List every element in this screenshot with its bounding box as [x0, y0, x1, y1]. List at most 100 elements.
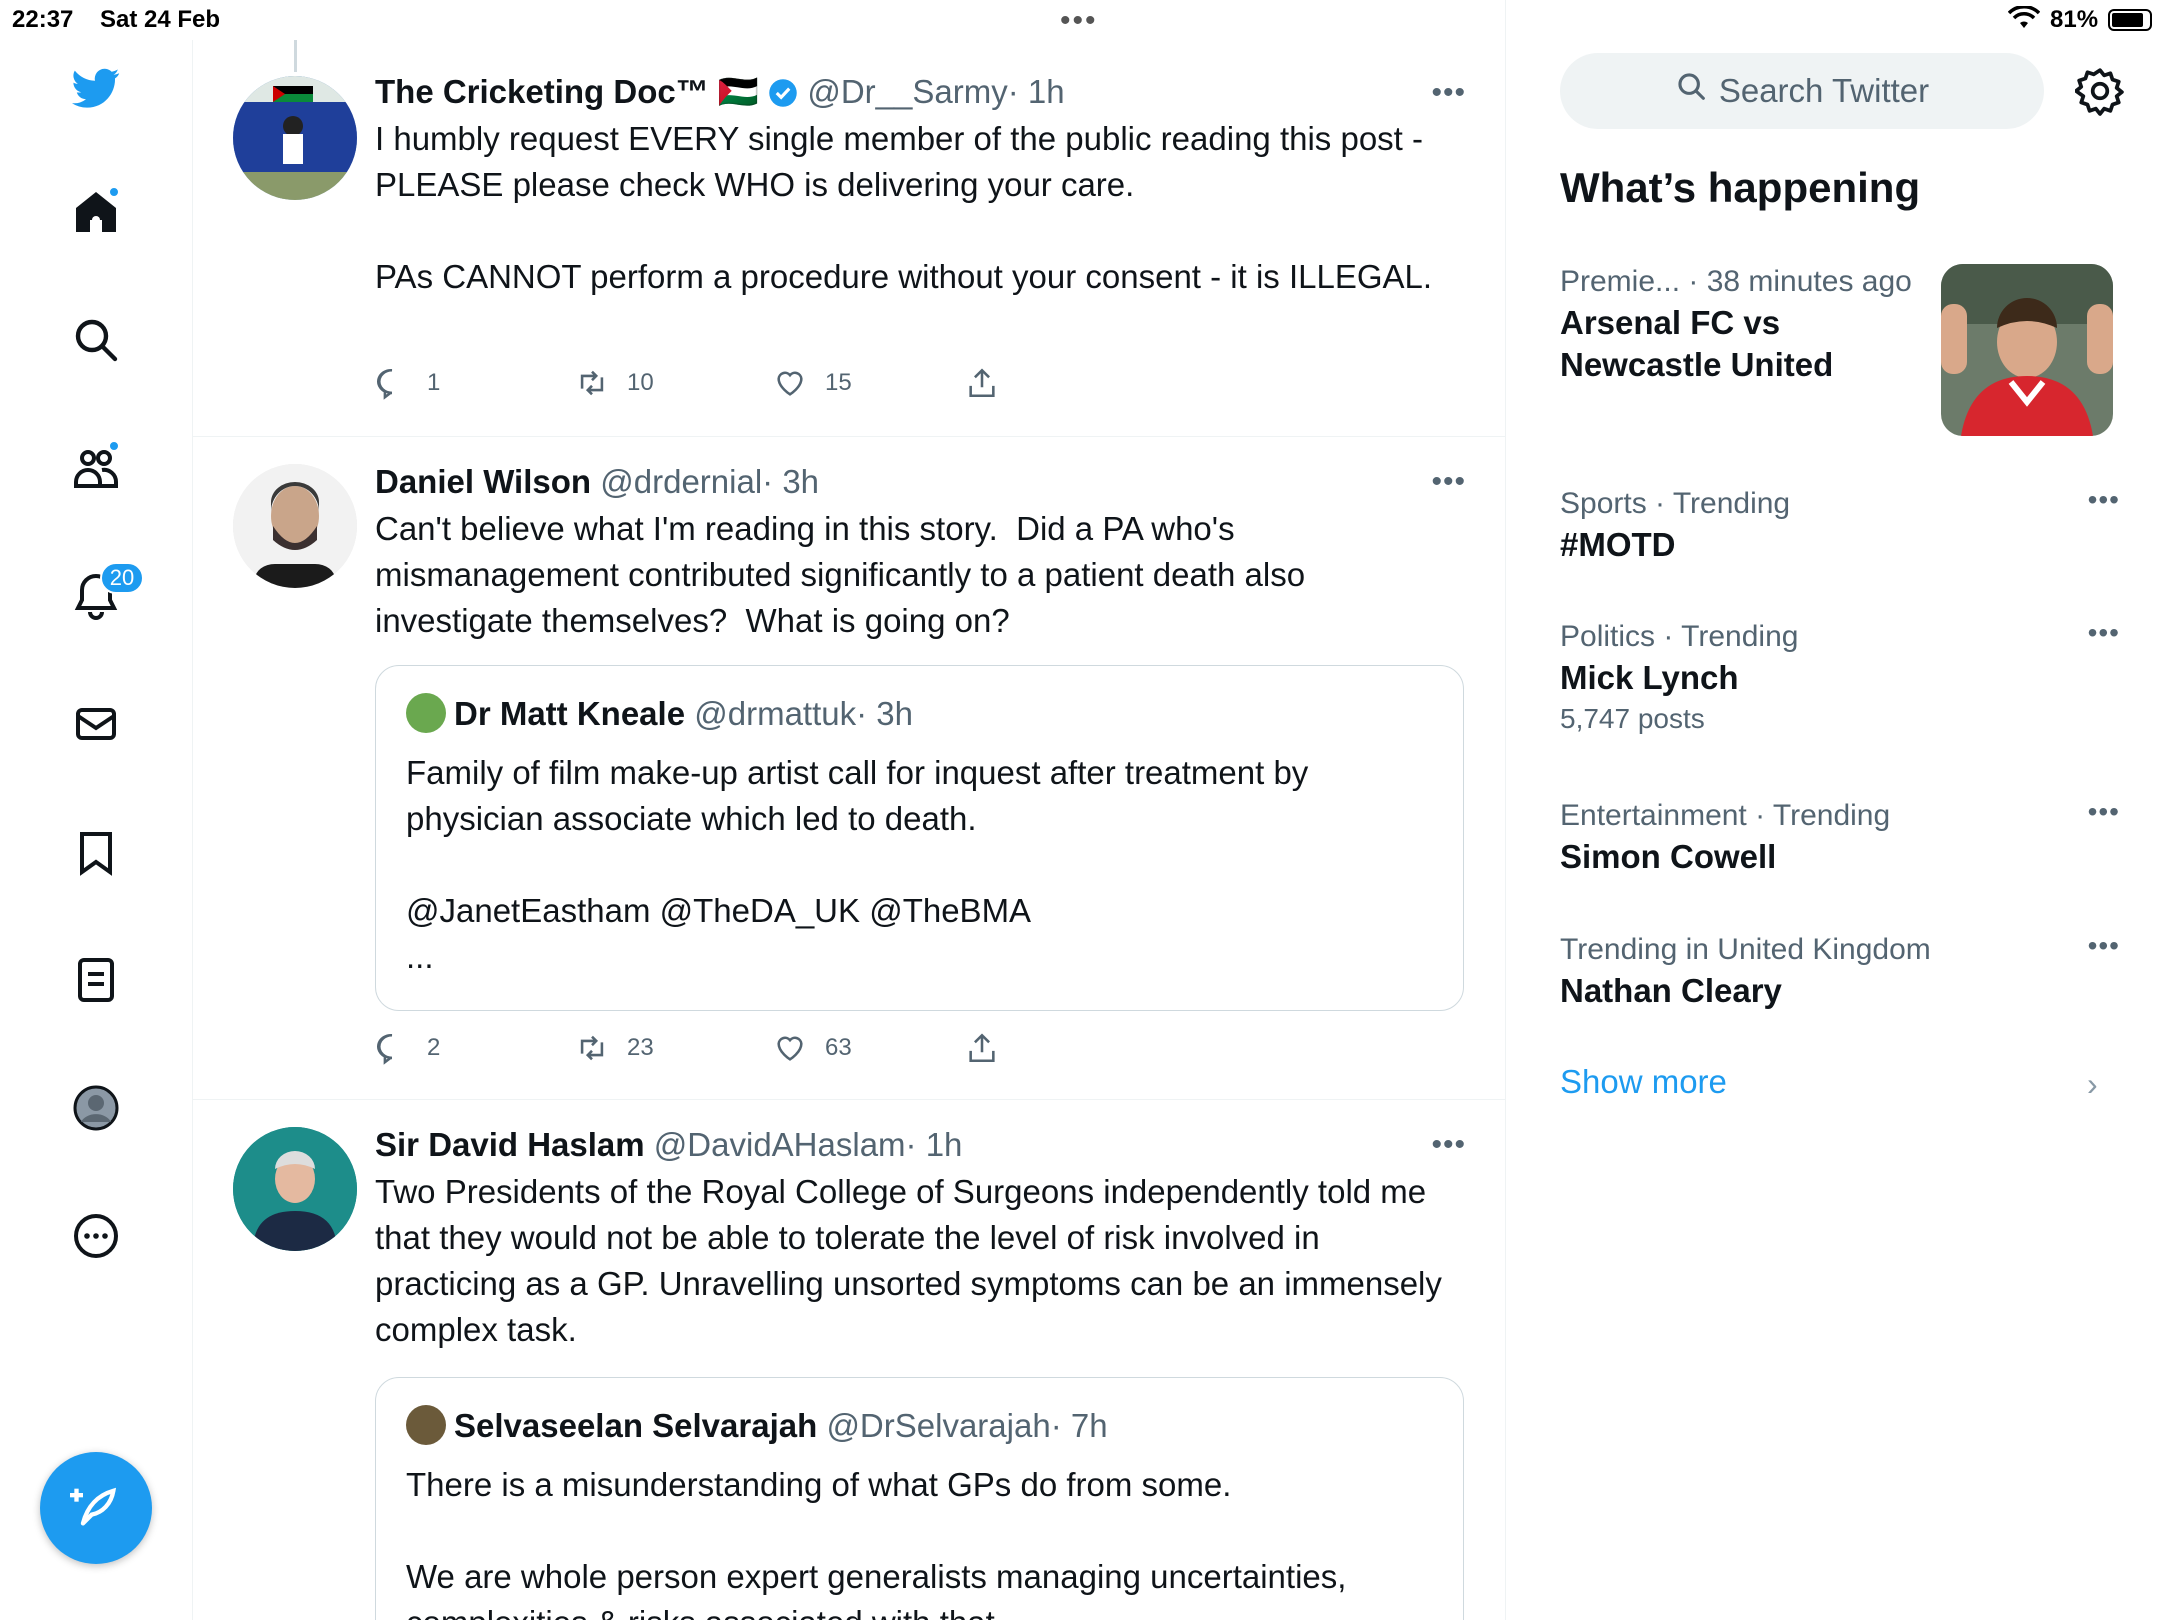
- trend-item[interactable]: Sports · Trending #MOTD •••: [1560, 484, 2120, 566]
- trend-more-icon[interactable]: •••: [2088, 484, 2120, 516]
- quoted-tweet-time: · 3h: [856, 695, 913, 732]
- like-button[interactable]: 63: [773, 1031, 852, 1065]
- trend-meta: Trending in United Kingdom: [1560, 933, 1931, 966]
- more-options-icon[interactable]: •••: [1431, 76, 1466, 110]
- compose-feather-icon: [70, 1480, 122, 1537]
- share-button[interactable]: [965, 1031, 1017, 1065]
- profile-icon[interactable]: [66, 1078, 126, 1138]
- trend-item[interactable]: Trending in United Kingdom Nathan Cleary…: [1560, 930, 2120, 1012]
- trend-topic: Nathan Cleary: [1560, 972, 1782, 1009]
- trend-more-icon[interactable]: •••: [2088, 796, 2120, 828]
- quoted-author-name: Dr Matt Kneale: [454, 695, 686, 732]
- retweet-button[interactable]: 23: [575, 1031, 654, 1065]
- trend-post-count: 5,747 posts: [1560, 703, 1705, 734]
- reply-button[interactable]: 1: [375, 366, 440, 400]
- chevron-right-icon[interactable]: ›: [2087, 1066, 2098, 1103]
- share-button[interactable]: [965, 366, 1017, 400]
- tweet-text: Can't believe what I'm reading in this s…: [375, 510, 1315, 639]
- reply-count: 2: [427, 1034, 441, 1061]
- tweet-header: Sir David Haslam @DavidAHaslam· 1h: [375, 1123, 1466, 1167]
- more-circle-icon[interactable]: [66, 1206, 126, 1266]
- author-handle[interactable]: @drdernial: [600, 463, 762, 500]
- avatar[interactable]: [233, 76, 357, 200]
- trend-meta: Politics · Trending: [1560, 620, 1799, 653]
- tweet[interactable]: Daniel Wilson @drdernial· 3h Can't belie…: [193, 437, 1505, 1100]
- quoted-author-handle: @drmattuk: [694, 695, 857, 732]
- verified-badge-icon: [768, 73, 798, 110]
- trend-item[interactable]: Entertainment · Trending Simon Cowell ••…: [1560, 796, 2120, 878]
- retweet-button[interactable]: 10: [575, 366, 654, 400]
- reply-button[interactable]: 2: [375, 1031, 440, 1065]
- twitter-logo-icon[interactable]: [66, 58, 126, 118]
- quoted-author-handle: @DrSelvarajah: [826, 1407, 1051, 1444]
- tweet-body: Sir David Haslam @DavidAHaslam· 1h Two P…: [375, 1123, 1466, 1353]
- show-more-link[interactable]: Show more: [1560, 1063, 1727, 1101]
- communities-notification-dot: [108, 440, 120, 452]
- author-handle[interactable]: @DavidAHaslam: [654, 1126, 906, 1163]
- trend-topic: Mick Lynch: [1560, 659, 1739, 696]
- tweet[interactable]: Sir David Haslam @DavidAHaslam· 1h Two P…: [193, 1100, 1505, 1620]
- tweet-text: Two Presidents of the Royal College of S…: [375, 1173, 1452, 1348]
- search-icon: [1675, 70, 1719, 112]
- author-name[interactable]: The Cricketing Doc™: [375, 73, 709, 110]
- mail-icon[interactable]: [66, 694, 126, 754]
- tweet-time[interactable]: · 1h: [906, 1126, 963, 1163]
- tweet-header: The Cricketing Doc™ 🇵🇸 @Dr__Sarmy· 1h: [375, 70, 1466, 114]
- avatar[interactable]: [233, 1127, 357, 1251]
- author-name[interactable]: Daniel Wilson: [375, 463, 591, 500]
- tweet-actions: 1 10 15: [375, 366, 1075, 406]
- featured-trend-image[interactable]: [1941, 264, 2113, 436]
- avatar[interactable]: [233, 464, 357, 588]
- like-button[interactable]: 15: [773, 366, 852, 400]
- quoted-avatar: [406, 1405, 446, 1445]
- like-count: 15: [825, 369, 852, 396]
- home-notification-dot: [108, 186, 120, 198]
- featured-trend-topic: Arsenal FC vs Newcastle United: [1560, 304, 1834, 383]
- trend-meta: Entertainment · Trending: [1560, 799, 1891, 832]
- communities-icon[interactable]: [66, 438, 126, 498]
- reply-count: 1: [427, 369, 441, 396]
- bookmark-icon[interactable]: [66, 822, 126, 882]
- left-nav: 20: [0, 40, 193, 1620]
- lists-icon[interactable]: [66, 950, 126, 1010]
- right-sidebar: Search Twitter What’s happening Premie..…: [1507, 0, 2160, 1620]
- author-name[interactable]: Sir David Haslam: [375, 1126, 645, 1163]
- timeline: The Cricketing Doc™ 🇵🇸 @Dr__Sarmy· 1h I …: [193, 0, 1506, 1620]
- trend-more-icon[interactable]: •••: [2088, 930, 2120, 962]
- flag-emoji: 🇵🇸: [717, 73, 759, 110]
- quoted-tweet-header: Dr Matt Kneale @drmattuk· 3h: [406, 692, 913, 736]
- search-icon[interactable]: [66, 310, 126, 370]
- quoted-tweet[interactable]: Selvaseelan Selvarajah @DrSelvarajah· 7h…: [375, 1377, 1464, 1620]
- trend-meta: Sports · Trending: [1560, 487, 1791, 520]
- retweet-count: 10: [627, 369, 654, 396]
- more-options-icon[interactable]: •••: [1431, 465, 1466, 499]
- bell-icon[interactable]: 20: [66, 562, 144, 626]
- notification-count-badge: 20: [100, 562, 144, 594]
- tweet-time[interactable]: · 1h: [1008, 73, 1065, 110]
- compose-button[interactable]: [40, 1452, 152, 1564]
- featured-trend-time: · 38 minutes ago: [1688, 265, 1912, 298]
- thread-connector: [294, 40, 297, 72]
- tweet-body: The Cricketing Doc™ 🇵🇸 @Dr__Sarmy· 1h I …: [375, 70, 1466, 300]
- more-options-icon[interactable]: •••: [1431, 1128, 1466, 1162]
- quoted-tweet-header: Selvaseelan Selvarajah @DrSelvarajah· 7h: [406, 1404, 1108, 1448]
- tweet-time[interactable]: · 3h: [762, 463, 819, 500]
- search-input[interactable]: Search Twitter: [1560, 53, 2044, 129]
- trend-item[interactable]: Politics · Trending Mick Lynch 5,747 pos…: [1560, 617, 2120, 739]
- quoted-tweet[interactable]: Dr Matt Kneale @drmattuk· 3h Family of f…: [375, 665, 1464, 1011]
- author-handle[interactable]: @Dr__Sarmy: [807, 73, 1007, 110]
- quoted-author-name: Selvaseelan Selvarajah: [454, 1407, 818, 1444]
- trend-more-icon[interactable]: •••: [2088, 617, 2120, 649]
- quoted-tweet-time: · 7h: [1050, 1407, 1108, 1444]
- status-time: 22:37: [12, 6, 74, 33]
- tweet-text: I humbly request EVERY single member of …: [375, 120, 1433, 295]
- tweet-header: Daniel Wilson @drdernial· 3h: [375, 460, 1466, 504]
- trend-topic: #MOTD: [1560, 526, 1676, 563]
- tweet[interactable]: The Cricketing Doc™ 🇵🇸 @Dr__Sarmy· 1h I …: [193, 0, 1505, 437]
- settings-gear-icon[interactable]: [2074, 66, 2125, 116]
- home-icon[interactable]: [66, 182, 126, 242]
- tweet-body: Daniel Wilson @drdernial· 3h Can't belie…: [375, 460, 1466, 644]
- retweet-count: 23: [627, 1034, 654, 1061]
- featured-trend-category: Premie...: [1560, 265, 1681, 298]
- featured-trend[interactable]: Premie... · 38 minutes ago Arsenal FC vs…: [1560, 262, 1920, 386]
